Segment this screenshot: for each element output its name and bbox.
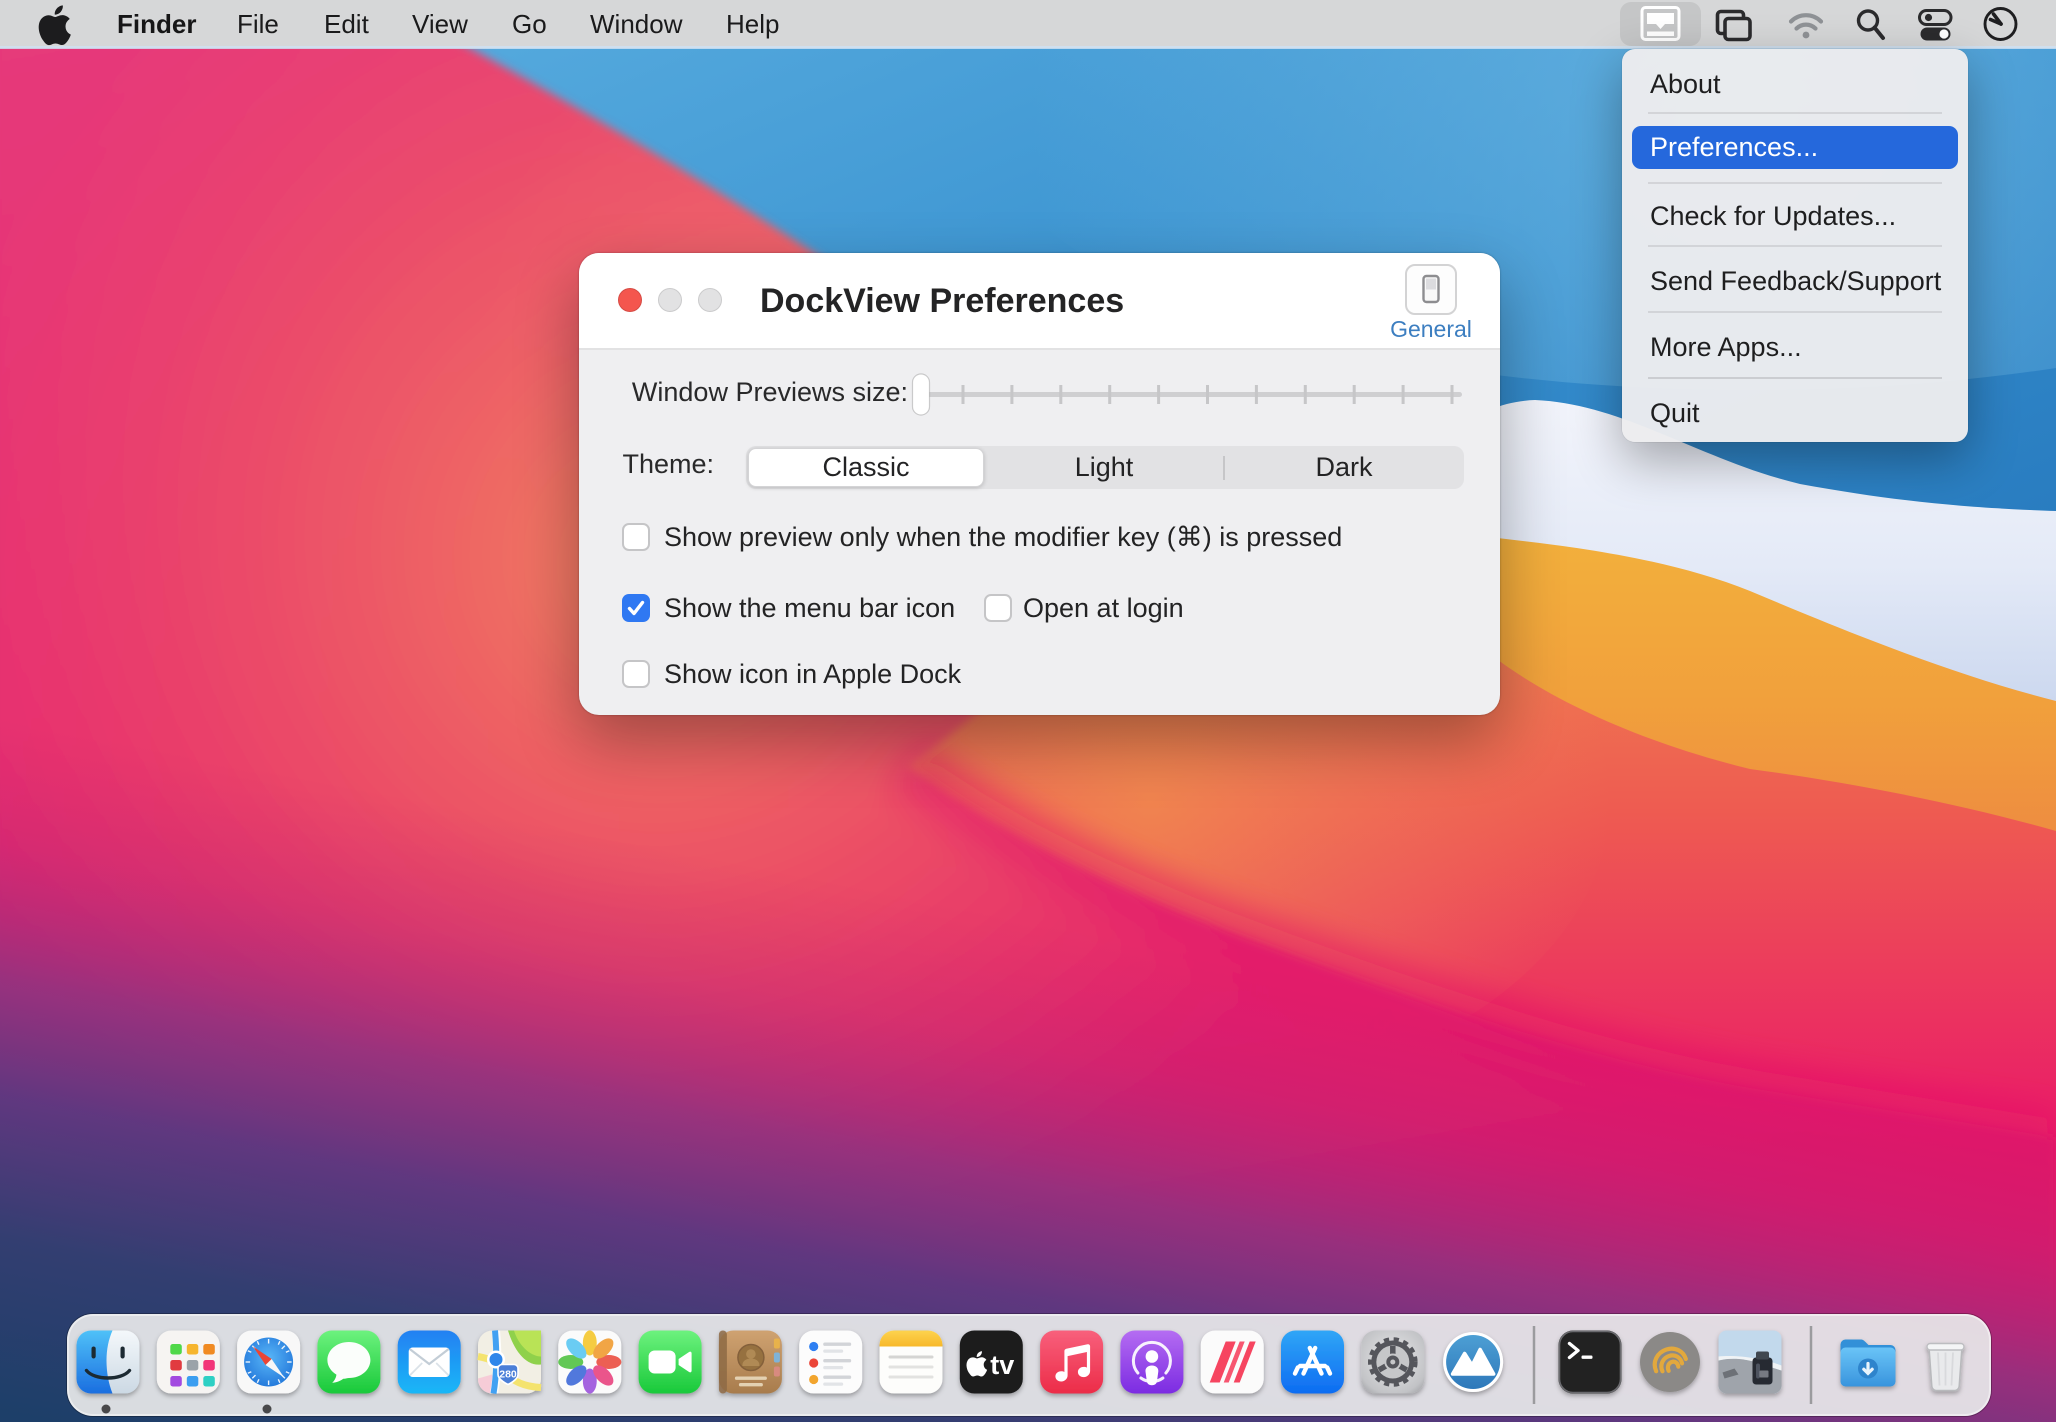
svg-text:tv: tv <box>990 1350 1014 1380</box>
svg-text:280: 280 <box>499 1369 517 1381</box>
